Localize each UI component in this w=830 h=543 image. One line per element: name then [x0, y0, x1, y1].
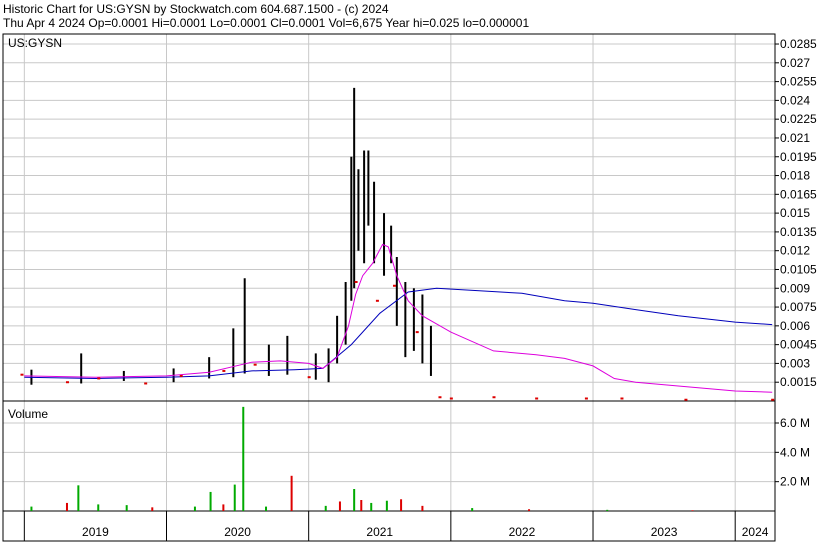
year-label: 2024 — [742, 525, 769, 539]
price-tick-label: 0.027 — [780, 56, 810, 70]
volume-bar — [65, 502, 68, 511]
price-tick-label: 0.003 — [780, 356, 810, 370]
close-dot — [535, 397, 539, 400]
date-x-axis: 2019 2020 2021 2022 2023 2024 — [23, 511, 769, 541]
volume-bar — [606, 509, 609, 511]
price-y-axis: 0.0015 0.003 0.0045 0.006 0.0075 0.009 0.0105 0… — [775, 37, 817, 389]
price-panel-frame — [2, 33, 776, 402]
price-tick-label: 0.0015 — [780, 375, 817, 389]
close-dot — [97, 377, 101, 380]
close-dot — [65, 381, 69, 384]
volume-tick-label: 2.0 M — [780, 475, 810, 489]
year-label: 2021 — [366, 525, 393, 539]
close-dot — [354, 281, 358, 284]
volume-bar — [360, 500, 363, 511]
volume-bar — [528, 509, 531, 511]
volume-bar — [30, 506, 33, 511]
price-tick-label: 0.021 — [780, 131, 810, 145]
volume-bar — [353, 489, 356, 511]
volume-bar — [242, 406, 245, 511]
year-label: 2020 — [224, 525, 251, 539]
volume-tick-label: 4.0 M — [780, 445, 810, 459]
volume-bar — [338, 501, 341, 511]
volume-bar — [471, 508, 474, 511]
price-panel-title: US:GYSN — [8, 36, 62, 50]
volume-bar — [385, 500, 388, 511]
close-dot — [492, 396, 496, 399]
volume-bar — [233, 484, 236, 511]
volume-panel-frame — [2, 400, 776, 512]
price-tick-label: 0.009 — [780, 281, 810, 295]
volume-bar — [77, 485, 80, 511]
price-tick-label: 0.018 — [780, 169, 810, 183]
year-label: 2022 — [509, 525, 536, 539]
price-tick-label: 0.0045 — [780, 338, 817, 352]
volume-bars — [30, 406, 694, 511]
close-dot — [438, 396, 442, 399]
long-moving-average-line — [24, 287, 773, 380]
year-label: 2019 — [82, 525, 109, 539]
price-bars — [30, 87, 432, 385]
volume-bar — [97, 504, 100, 511]
year-label: 2023 — [651, 525, 678, 539]
close-dot — [771, 398, 775, 401]
close-dot — [179, 374, 183, 377]
volume-bar — [421, 505, 424, 511]
close-dot — [584, 397, 588, 400]
volume-bar — [324, 505, 327, 511]
close-dot — [620, 397, 624, 400]
volume-tick-label: 6.0 M — [780, 416, 810, 430]
price-tick-label: 0.006 — [780, 319, 810, 333]
close-dot — [392, 284, 396, 287]
price-tick-label: 0.0105 — [780, 262, 817, 276]
short-moving-average-line — [24, 243, 773, 393]
close-dot — [684, 398, 688, 401]
volume-panel-title: Volume — [8, 407, 48, 421]
close-dot — [20, 373, 24, 376]
volume-bar — [125, 505, 128, 511]
close-dot — [307, 376, 311, 379]
price-tick-label: 0.0075 — [780, 300, 817, 314]
volume-bar — [400, 499, 403, 511]
price-tick-label: 0.012 — [780, 244, 810, 258]
volume-y-axis: 2.0 M 4.0 M 6.0 M — [775, 416, 810, 489]
price-volume-chart: US:GYSN Volume 0.00150.0030.00450.0060.0… — [2, 33, 817, 542]
volume-bar — [209, 491, 212, 511]
close-dot — [144, 382, 148, 385]
volume-bar — [193, 506, 196, 511]
volume-bar — [265, 506, 268, 511]
price-tick-label: 0.015 — [780, 206, 810, 220]
volume-bar — [290, 475, 293, 511]
volume-bar — [151, 507, 154, 511]
price-tick-label: 0.0195 — [780, 150, 817, 164]
price-tick-label: 0.0225 — [780, 112, 817, 126]
price-tick-label: 0.024 — [780, 93, 810, 107]
price-tick-label: 0.0255 — [780, 75, 817, 89]
price-tick-label: 0.0285 — [780, 37, 817, 51]
close-dot — [449, 397, 453, 400]
volume-bar — [691, 510, 694, 511]
volume-bar — [370, 502, 373, 511]
volume-bar — [222, 504, 225, 511]
close-dot — [375, 299, 379, 302]
close-dot — [253, 363, 257, 366]
price-tick-label: 0.0135 — [780, 225, 817, 239]
close-dot — [415, 331, 419, 334]
grid-lines — [3, 34, 775, 511]
close-dot — [222, 369, 226, 372]
price-tick-label: 0.0165 — [780, 187, 817, 201]
